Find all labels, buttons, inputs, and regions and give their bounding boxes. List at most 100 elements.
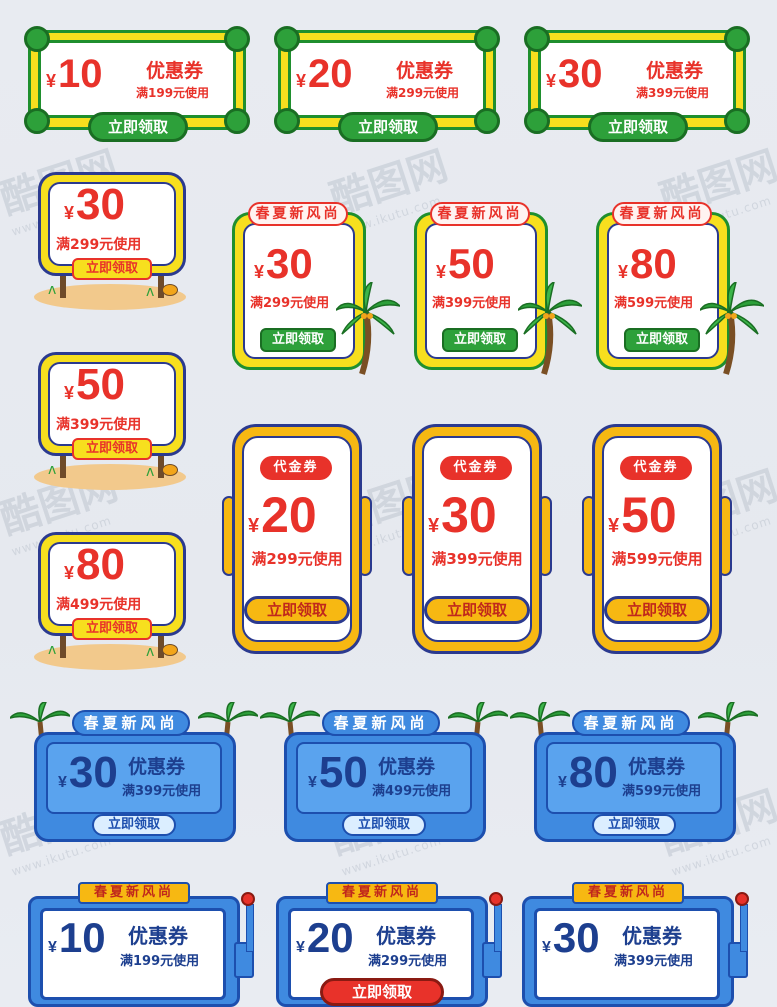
season-tag: 春夏新风尚 (572, 710, 690, 736)
claim-button[interactable]: 立即领取 (244, 596, 350, 624)
season-tag: 春夏新风尚 (248, 202, 348, 226)
claim-button[interactable]: 立即领取 (72, 438, 152, 460)
coupon-condition: 满399元使用 (636, 86, 710, 100)
coin-icon (162, 464, 178, 476)
coupon-amount: ¥50 (608, 487, 677, 543)
coupon-signboard-3: ¥80 满499元使用 立即领取 ᴧ ᴧ (34, 532, 194, 672)
claim-button[interactable]: 立即领取 (72, 618, 152, 640)
coupon-title: 优惠券 (378, 756, 436, 778)
claim-button[interactable]: 立即领取 (588, 112, 688, 142)
claim-button[interactable]: 立即领取 (592, 814, 676, 836)
coupon-voucher-2: 代金券 ¥30 满399元使用 立即领取 (402, 424, 552, 654)
season-tag: 春夏新风尚 (322, 710, 440, 736)
coupon-condition: 满299元使用 (368, 954, 448, 969)
grass-icon: ᴧ (146, 284, 155, 300)
coupon-condition: 满299元使用 (250, 296, 330, 311)
claim-button[interactable]: 立即领取 (260, 328, 336, 352)
claim-button[interactable]: 立即领取 (442, 328, 518, 352)
coupon-condition: 满599元使用 (622, 784, 702, 799)
coupon-amount: ¥30 (546, 52, 603, 96)
coupon-title: 优惠券 (646, 60, 704, 82)
coupon-title: 优惠券 (128, 924, 188, 948)
coupon-palm-tag-2: 春夏新风尚 ¥50 满399元使用 立即领取 (414, 202, 582, 382)
palm-tree-icon (518, 282, 582, 375)
claim-button[interactable]: 立即领取 (424, 596, 530, 624)
coupon-amount: ¥80 (618, 240, 677, 287)
coupon-condition: 满399元使用 (432, 296, 512, 311)
coupon-blue-palm-3: 春夏新风尚 ¥80 优惠券 满599元使用 立即领取 (510, 702, 770, 854)
coupon-amount: ¥30 (428, 487, 497, 543)
claim-button[interactable]: 立即领取 (342, 814, 426, 836)
lever-knob-icon (241, 892, 255, 906)
coupon-slot-machine-1: 春夏新风尚 ¥10 优惠券 满199元使用 (28, 882, 278, 1007)
lever-icon (246, 904, 254, 952)
coupon-condition: 满599元使用 (611, 550, 703, 568)
coin-icon (162, 284, 178, 296)
coupon-condition: 满199元使用 (120, 954, 200, 969)
grass-icon: ᴧ (146, 464, 155, 480)
coupon-amount: ¥80 (558, 748, 618, 797)
coupon-title: 优惠券 (128, 756, 186, 778)
voucher-tag: 代金券 (440, 456, 512, 480)
lever-knob-icon (735, 892, 749, 906)
coupon-condition: 满499元使用 (56, 597, 142, 613)
coupon-palm-tag-1: 春夏新风尚 ¥30 满299元使用 立即领取 (232, 202, 400, 382)
coupon-amount: ¥50 (436, 240, 495, 287)
coupon-slot-machine-2: 春夏新风尚 ¥20 优惠券 满299元使用 立即领取 (276, 882, 526, 1007)
coupon-condition: 满199元使用 (136, 86, 210, 100)
coupon-amount: ¥30 (254, 240, 313, 287)
coupon-condition: 满399元使用 (431, 550, 523, 568)
coupon-blue-palm-1: 春夏新风尚 ¥30 优惠券 满399元使用 立即领取 (10, 702, 270, 854)
claim-button[interactable]: 立即领取 (320, 978, 444, 1006)
claim-button[interactable]: 立即领取 (338, 112, 438, 142)
coupon-title: 优惠券 (628, 756, 686, 778)
coupon-amount: ¥30 (58, 748, 118, 797)
claim-button[interactable]: 立即领取 (624, 328, 700, 352)
coupon-condition: 满399元使用 (56, 417, 142, 433)
coupon-signboard-1: ¥30 满299元使用 立即领取 ᴧ ᴧ (34, 172, 194, 312)
grass-icon: ᴧ (48, 282, 57, 298)
coupon-amount: ¥10 (46, 52, 103, 96)
coupon-voucher-1: 代金券 ¥20 满299元使用 立即领取 (222, 424, 372, 654)
coupon-condition: 满299元使用 (251, 550, 343, 568)
season-tag: 春夏新风尚 (72, 710, 190, 736)
coupon-amount: ¥30 (64, 180, 125, 229)
season-tag: 春夏新风尚 (326, 882, 438, 904)
coupon-voucher-3: 代金券 ¥50 满599元使用 立即领取 (582, 424, 732, 654)
coupon-signboard-2: ¥50 满399元使用 立即领取 ᴧ ᴧ (34, 352, 194, 492)
season-tag: 春夏新风尚 (572, 882, 684, 904)
coupon-amount: ¥20 (296, 914, 354, 961)
season-tag: 春夏新风尚 (612, 202, 712, 226)
coupon-green-1: ¥10 优惠券 满199元使用 立即领取 (24, 26, 250, 142)
voucher-tag: 代金券 (260, 456, 332, 480)
coupon-green-2: ¥20 优惠券 满299元使用 立即领取 (274, 26, 500, 142)
coupon-amount: ¥50 (64, 360, 125, 409)
coupon-amount: ¥10 (48, 914, 106, 961)
coupon-green-3: ¥30 优惠券 满399元使用 立即领取 (524, 26, 750, 142)
lever-knob-icon (489, 892, 503, 906)
coupon-amount: ¥20 (248, 487, 317, 543)
coupon-condition: 满299元使用 (56, 237, 142, 253)
lever-icon (740, 904, 748, 952)
season-tag: 春夏新风尚 (430, 202, 530, 226)
coupon-title: 优惠券 (376, 924, 436, 948)
season-tag: 春夏新风尚 (78, 882, 190, 904)
claim-button[interactable]: 立即领取 (92, 814, 176, 836)
coupon-slot-machine-3: 春夏新风尚 ¥30 优惠券 满399元使用 (522, 882, 772, 1007)
coin-icon (162, 644, 178, 656)
coupon-condition: 满599元使用 (614, 296, 694, 311)
coupon-amount: ¥50 (308, 748, 368, 797)
coupon-amount: ¥30 (542, 914, 600, 961)
grass-icon: ᴧ (146, 644, 155, 660)
coupon-palm-tag-3: 春夏新风尚 ¥80 满599元使用 立即领取 (596, 202, 764, 382)
coupon-amount: ¥80 (64, 540, 125, 589)
coupon-title: 优惠券 (622, 924, 682, 948)
coupon-condition: 满399元使用 (614, 954, 694, 969)
coupon-condition: 满399元使用 (122, 784, 202, 799)
claim-button[interactable]: 立即领取 (72, 258, 152, 280)
claim-button[interactable]: 立即领取 (604, 596, 710, 624)
lever-icon (494, 904, 502, 952)
coupon-amount: ¥20 (296, 52, 353, 96)
claim-button[interactable]: 立即领取 (88, 112, 188, 142)
grass-icon: ᴧ (48, 642, 57, 658)
